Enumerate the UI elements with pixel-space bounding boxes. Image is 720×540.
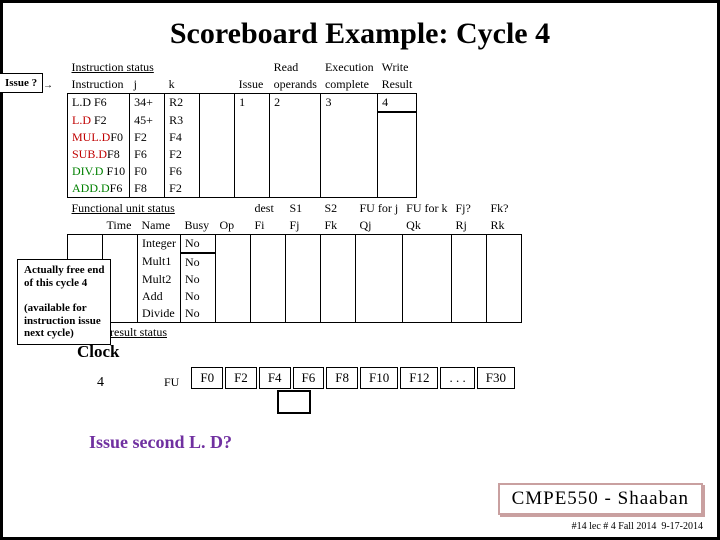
lecture-footer: #14 lec # 4 Fall 2014 9-17-2014 [572, 521, 703, 532]
question: Issue second L. D? [89, 432, 703, 453]
functional-unit-table: Functional unit statusdestS1S2FU for jFU… [67, 200, 522, 323]
register-row: 4 FU F0F2F4F6 F8F10F12. . .F30 [67, 365, 703, 391]
course-footer: CMPE550 - Shaaban [498, 483, 703, 515]
instruction-status-table: Instruction statusReadExecutionWrite Ins… [67, 59, 417, 198]
issue-callout: Issue ? [0, 73, 43, 93]
reg-result-label: Register result status [67, 325, 703, 340]
clock-label: Clock [77, 342, 703, 362]
free-callout: Actually free end of this cycle 4 (avail… [17, 259, 111, 345]
page-title: Scoreboard Example: Cycle 4 [3, 17, 717, 51]
highlight-box [277, 390, 311, 414]
